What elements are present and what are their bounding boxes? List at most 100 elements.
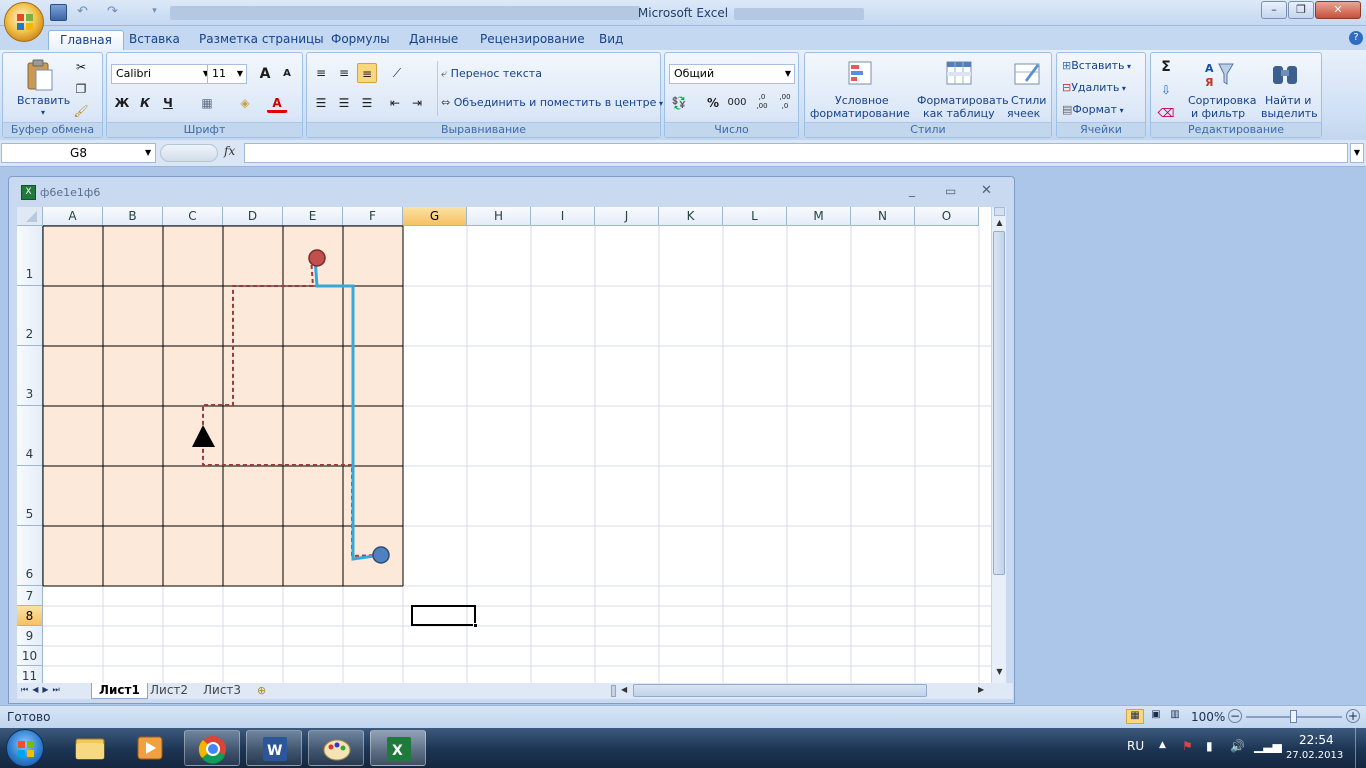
align-bottom-icon[interactable]: ≡ [357,63,377,83]
sort-filter-label-1[interactable]: Сортировка [1188,94,1257,107]
sort-filter-icon[interactable]: АЯ [1203,58,1235,90]
split-box[interactable] [994,207,1005,216]
decrease-decimal-button[interactable]: ,00 ,0 [775,93,795,113]
tab-formulas[interactable]: Формулы [320,30,401,50]
format-table-label-2[interactable]: как таблицу [923,107,995,120]
font-size-box[interactable]: 11 ▼ [207,64,247,84]
conditional-format-label-1[interactable]: Условное [835,94,889,107]
align-middle-icon[interactable]: ≡ [334,63,354,83]
conditional-format-icon[interactable] [845,58,877,90]
increase-decimal-button[interactable]: ,0 ,00 [752,93,772,113]
tab-review[interactable]: Рецензирование [469,30,596,50]
borders-icon[interactable]: ▦ [197,93,217,113]
tab-view[interactable]: Вид [588,30,634,50]
autosum-button[interactable]: Σ [1156,57,1176,77]
tab-data[interactable]: Данные [398,30,469,50]
thousands-button[interactable]: 000 [725,93,749,113]
volume-icon[interactable]: 🔊 [1230,739,1245,753]
sheet-tab-2[interactable]: Лист2 [143,683,195,699]
spreadsheet-grid[interactable]: ABCDEFGHIJKLMNO 1 2 3 4 5 6 7 8 9 10 11 [17,207,991,683]
formula-expand-handle[interactable] [160,144,218,162]
tab-split-handle[interactable] [611,685,616,697]
zoom-slider-thumb[interactable] [1290,710,1297,723]
scroll-up-icon[interactable]: ▲ [994,218,1005,229]
clock-time[interactable]: 22:54 [1299,733,1334,747]
delete-cells-button[interactable]: ⊟Удалить ▾ [1062,81,1126,94]
hscroll-left-icon[interactable]: ◀ [621,685,627,694]
format-painter-icon[interactable]: 🖌 [71,101,91,121]
office-button[interactable] [4,2,44,42]
scroll-thumb[interactable] [993,231,1005,575]
sort-filter-label-2[interactable]: и фильтр [1191,107,1245,120]
align-top-icon[interactable]: ≡ [311,63,331,83]
name-box[interactable]: G8 [1,143,156,163]
insert-function-button[interactable]: fx [224,144,235,158]
format-table-label-1[interactable]: Форматировать [917,94,1009,107]
percent-button[interactable]: % [703,93,723,113]
zoom-out-icon[interactable]: − [1228,709,1242,723]
zoom-level[interactable]: 100% [1191,710,1225,724]
media-player-taskbar-icon[interactable] [122,730,178,766]
minimize-button[interactable]: – [1261,1,1287,19]
decrease-indent-icon[interactable]: ⇤ [385,93,405,113]
wb-close-icon[interactable]: ✕ [981,183,992,198]
insert-cells-button[interactable]: ⊞Вставить ▾ [1062,59,1131,72]
font-color-icon[interactable]: A [267,93,287,113]
fill-handle[interactable] [473,623,478,628]
insert-sheet-icon[interactable]: ⊕ [257,684,275,697]
fill-color-icon[interactable]: ◈ [235,93,255,113]
excel-taskbar-icon[interactable]: X [370,730,426,766]
restore-button[interactable]: ❐ [1288,1,1314,19]
align-right-icon[interactable]: ☰ [357,93,377,113]
hscroll-right-icon[interactable]: ▶ [978,685,984,694]
clock-date[interactable]: 27.02.2013 [1286,750,1343,761]
horizontal-scroll-thumb[interactable] [633,684,927,697]
language-indicator[interactable]: RU [1127,739,1144,753]
paint-taskbar-icon[interactable] [308,730,364,766]
cell-styles-label-2[interactable]: ячеек [1007,107,1040,120]
sheet-nav-icons[interactable]: ⏮◀▶⏭ [21,685,64,695]
vertical-scrollbar[interactable]: ▲ ▼ [991,207,1006,683]
shrink-font-button[interactable]: A [277,64,297,84]
close-button[interactable]: ✕ [1315,1,1361,19]
orientation-icon[interactable]: ⟋ [387,63,407,83]
tab-home[interactable]: Главная [48,30,124,50]
format-cells-button[interactable]: ▤Формат ▾ [1062,103,1124,116]
device-icon[interactable]: ▮ [1206,739,1213,753]
cell-styles-icon[interactable] [1011,58,1043,90]
paste-icon[interactable] [25,58,55,92]
tab-page-layout[interactable]: Разметка страницы [188,30,335,50]
scroll-down-icon[interactable]: ▼ [994,667,1005,678]
start-button[interactable] [6,729,44,767]
clear-icon[interactable]: ⌫ [1156,103,1176,123]
bold-button[interactable]: Ж [112,93,132,113]
sheet-tab-1[interactable]: Лист1 [91,683,148,699]
zoom-in-icon[interactable]: + [1346,709,1360,723]
page-break-view-icon[interactable]: ▥ [1166,709,1184,724]
grow-font-button[interactable]: A [255,64,275,84]
find-select-icon[interactable] [1269,58,1301,90]
paste-label[interactable]: Вставить [17,94,70,107]
cell-styles-label-1[interactable]: Стили [1011,94,1046,107]
italic-button[interactable]: К [135,93,155,113]
sheet-tab-3[interactable]: Лист3 [196,683,248,699]
number-format-box[interactable]: Общий ▼ [669,64,795,84]
align-center-icon[interactable]: ☰ [334,93,354,113]
expand-formula-bar-icon[interactable]: ▼ [1350,143,1364,163]
fill-icon[interactable]: ⇩ [1156,80,1176,100]
merge-center-button[interactable]: ⇔ Объединить и поместить в центре ▾ [441,96,663,109]
wb-restore-icon[interactable]: ▭ [945,184,956,198]
wb-minimize-icon[interactable]: _ [909,183,915,197]
find-select-label-2[interactable]: выделить [1261,107,1318,120]
underline-button[interactable]: Ч [158,93,178,113]
action-center-icon[interactable]: ⚑ [1182,739,1193,753]
page-layout-view-icon[interactable]: ▣ [1147,709,1165,724]
normal-view-icon[interactable]: ▦ [1126,709,1144,724]
active-cell-border[interactable] [411,605,478,628]
format-as-table-icon[interactable] [943,58,975,90]
tray-expand-icon[interactable]: ▲ [1159,740,1166,750]
copy-icon[interactable]: ❐ [71,79,91,99]
word-taskbar-icon[interactable]: W [246,730,302,766]
chrome-taskbar-icon[interactable] [184,730,240,766]
currency-icon[interactable]: 💱 [669,93,689,113]
